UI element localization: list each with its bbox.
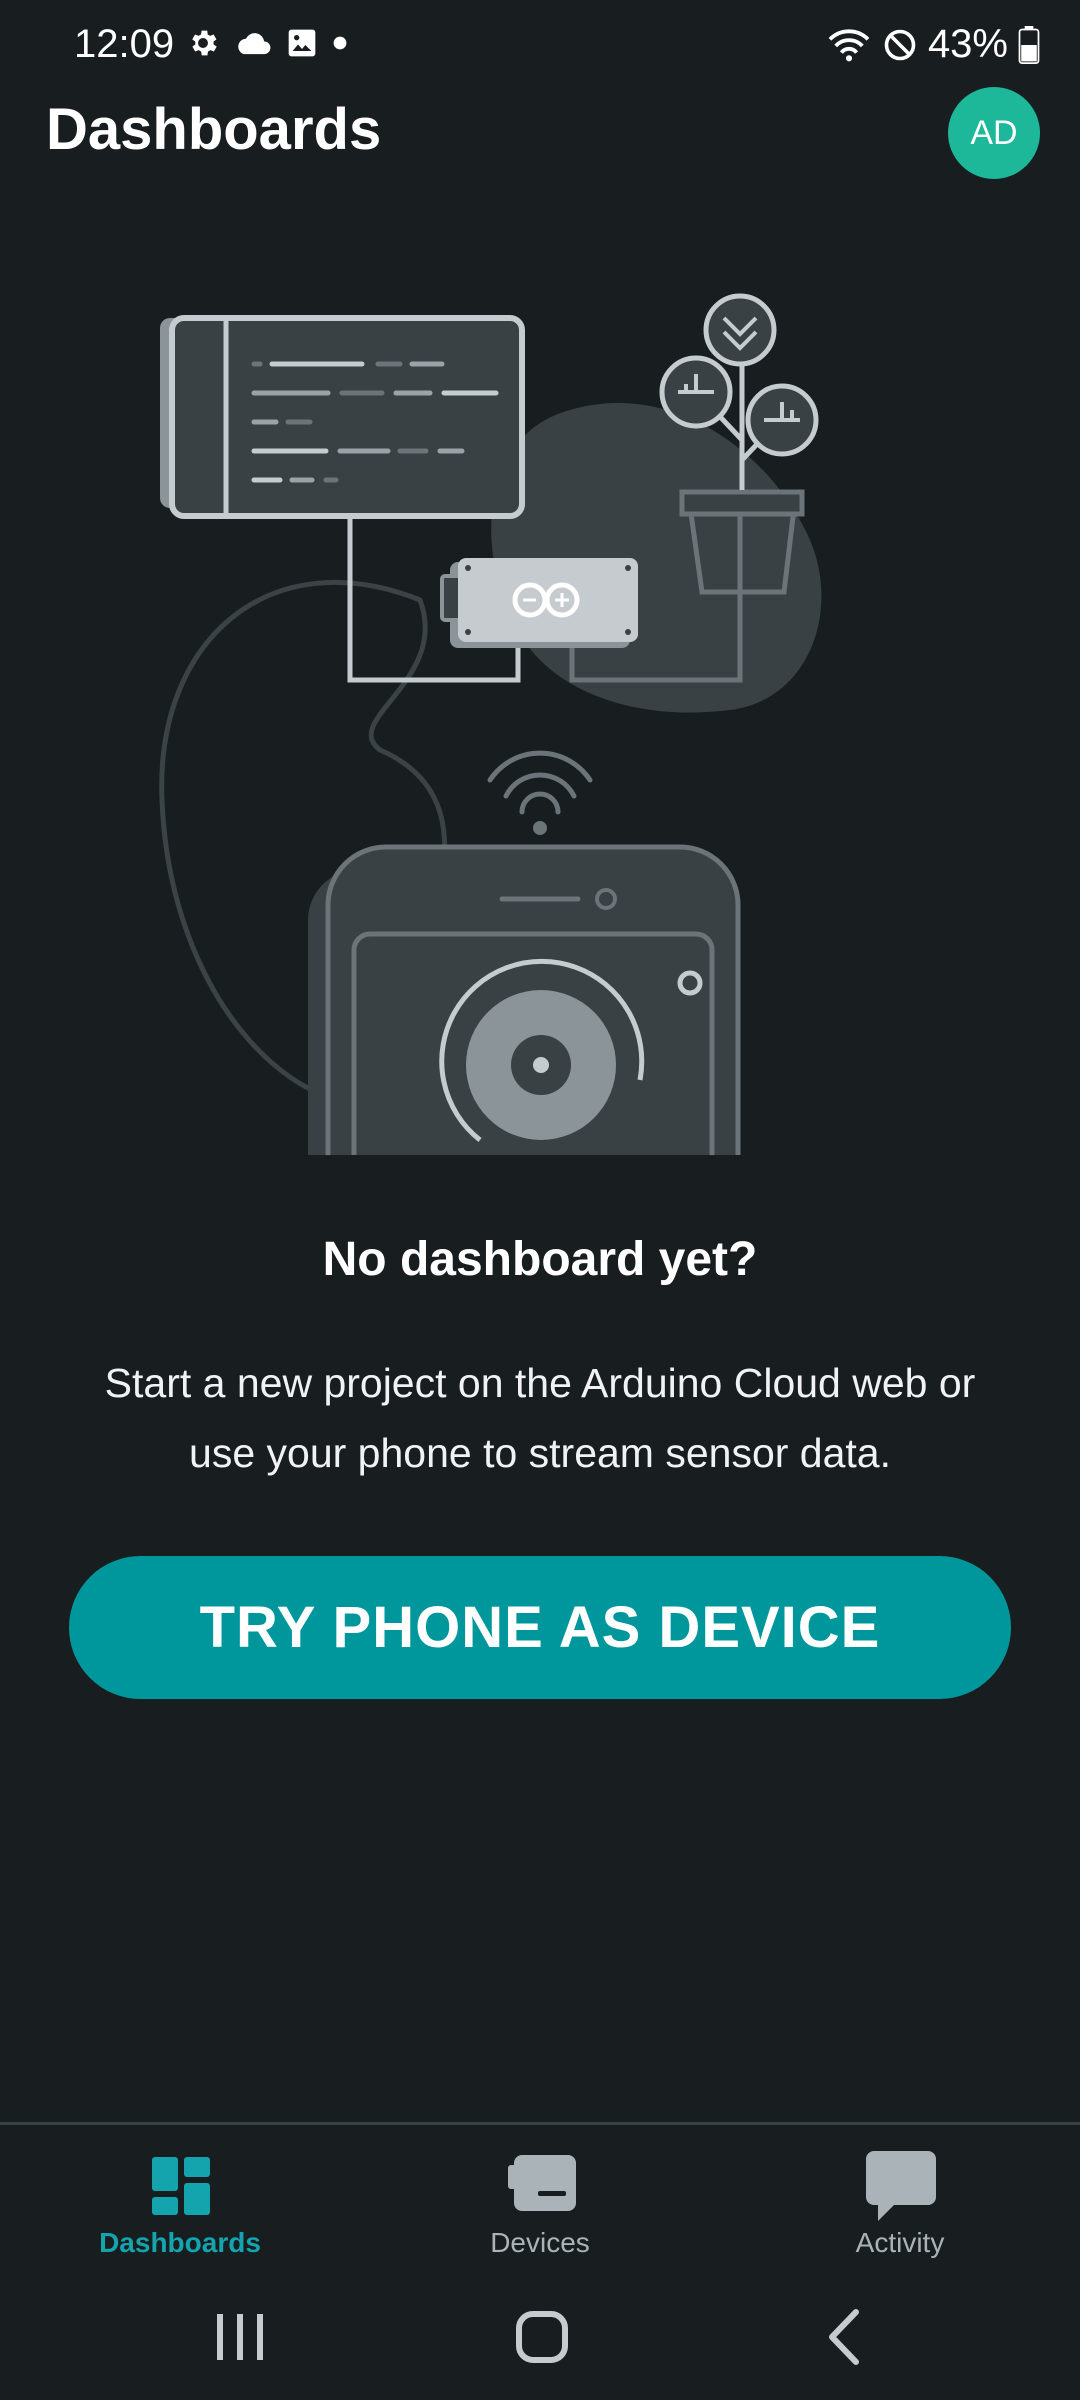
battery-icon: [1018, 25, 1040, 64]
status-time: 12:09: [74, 22, 175, 66]
battery-percentage: 43%: [927, 22, 1008, 66]
settings-gear-icon: [192, 30, 217, 56]
avatar-initials: AD: [970, 113, 1018, 152]
back-icon[interactable]: [800, 2302, 890, 2372]
page-title: Dashboards: [46, 97, 382, 162]
nav-dashboards-label: Dashboards: [99, 2227, 261, 2258]
recent-apps-icon[interactable]: [195, 2302, 285, 2372]
profile-avatar[interactable]: AD: [948, 87, 1040, 179]
status-bar: 12:09 43%: [0, 0, 1080, 92]
home-icon[interactable]: [497, 2302, 587, 2372]
nav-activity-label: Activity: [855, 2227, 945, 2258]
wifi-signal-graphic: [487, 750, 593, 815]
cta-label: TRY PHONE AS DEVICE: [199, 1595, 881, 1660]
dashboard-icon: [152, 2157, 210, 2215]
nav-dashboards[interactable]: Dashboards: [0, 2125, 360, 2265]
do-not-disturb-icon: [884, 29, 916, 60]
chat-icon: [866, 2151, 936, 2221]
status-notification-icons: [186, 26, 348, 60]
empty-state-description: Start a new project on the Arduino Cloud…: [104, 1360, 976, 1476]
empty-state-title: No dashboard yet?: [322, 1233, 758, 1286]
wifi-icon: [828, 28, 870, 61]
cloud-icon: [238, 33, 271, 55]
try-phone-as-device-button[interactable]: TRY PHONE AS DEVICE: [69, 1556, 1011, 1699]
status-system-icons: 43%: [826, 22, 1040, 67]
nav-devices-label: Devices: [490, 2227, 590, 2258]
nav-activity[interactable]: Activity: [720, 2125, 1080, 2265]
bottom-navigation: Dashboards Devices Activity: [0, 2122, 1080, 2265]
image-icon: [288, 29, 316, 57]
dot-icon: [333, 36, 347, 50]
leaf-top: [703, 293, 777, 367]
system-navigation-bar: [0, 2262, 1080, 2400]
device-icon: [508, 2155, 576, 2211]
nav-devices[interactable]: Devices: [360, 2125, 720, 2265]
empty-state-illustration: [159, 293, 822, 1155]
